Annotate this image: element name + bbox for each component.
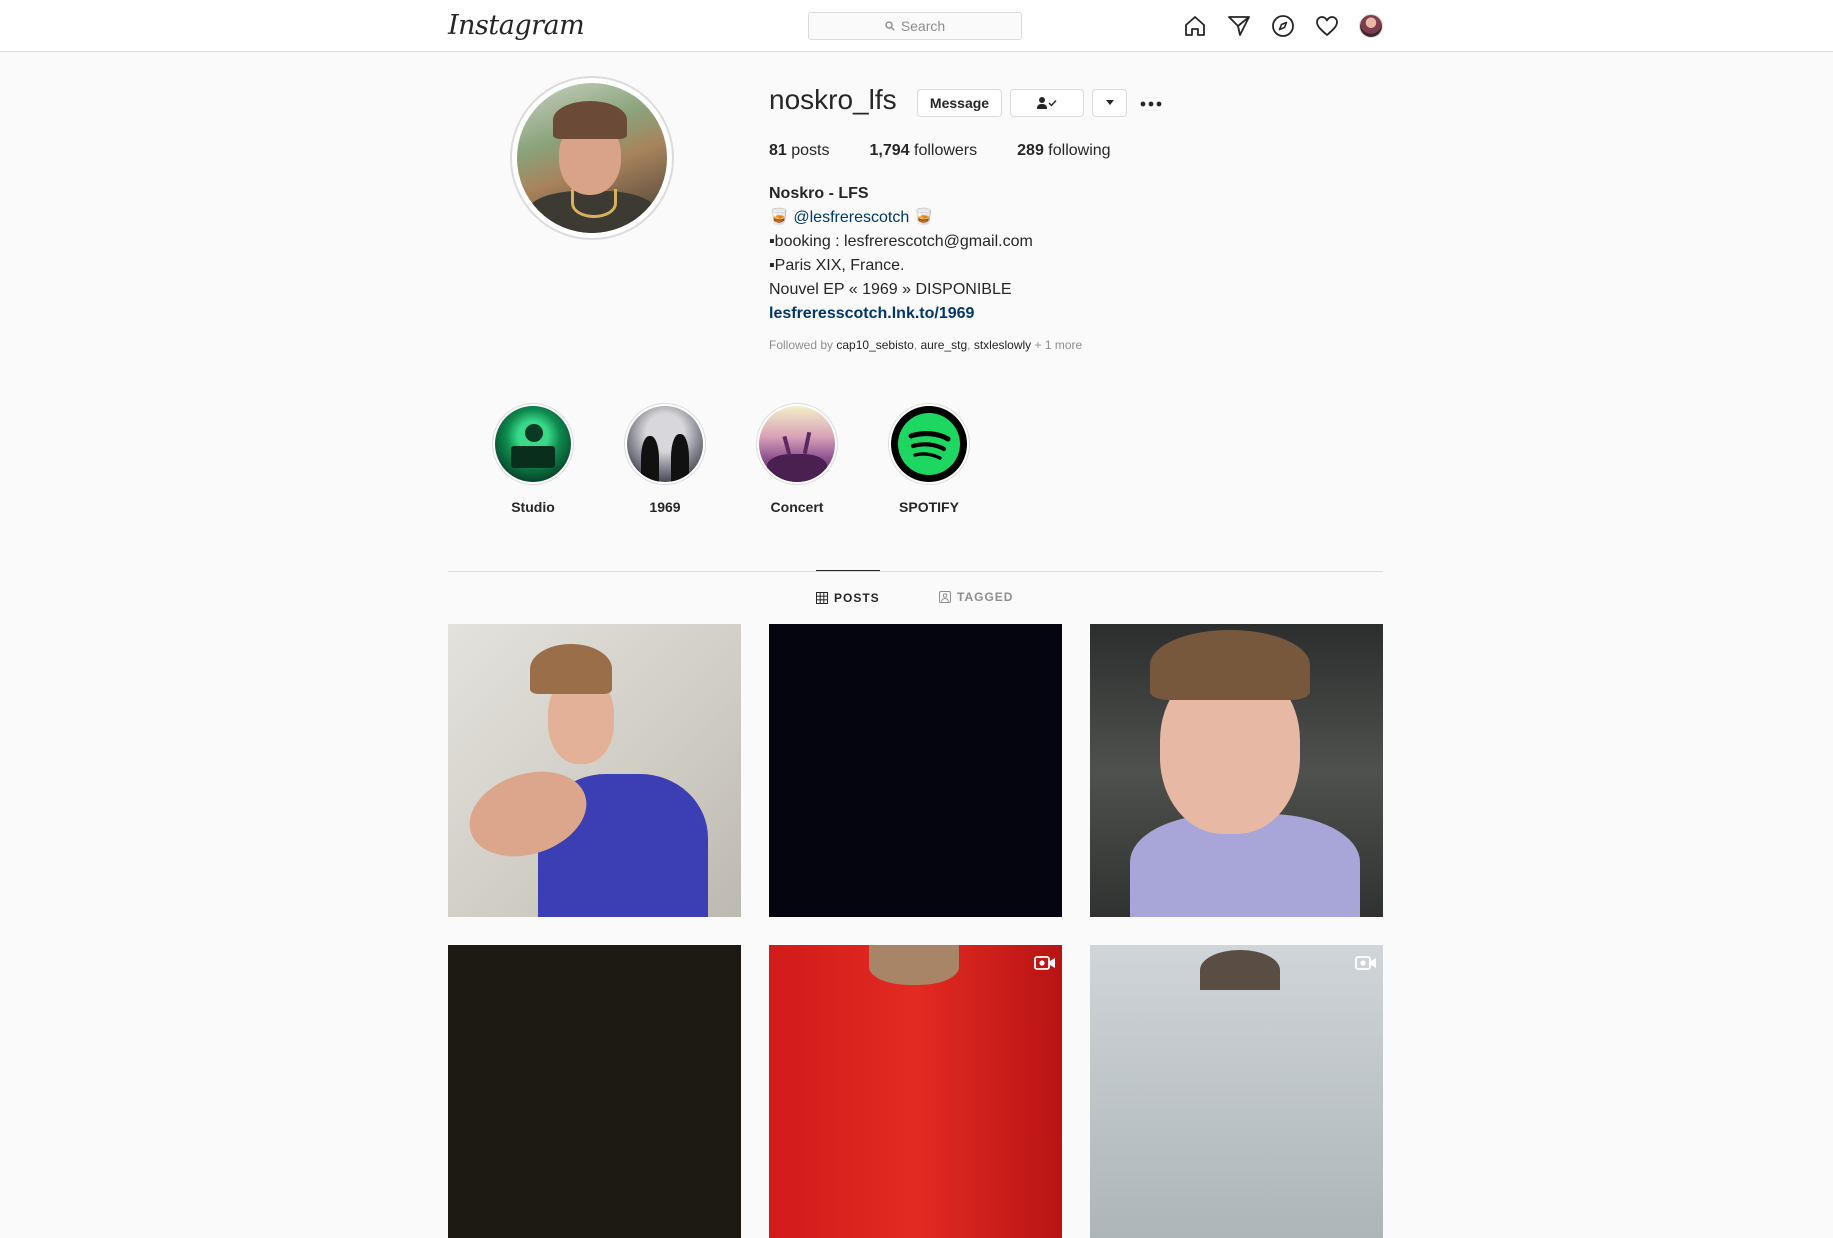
followed-by-user[interactable]: aure_stg [920,338,967,352]
bio-mention-line: 🥃 @lesfrerescotch 🥃 [769,206,1033,230]
highlight-label: SPOTIFY [899,499,959,515]
search-placeholder: Search [900,18,946,34]
post-thumbnail[interactable] [448,624,741,917]
video-camera-icon [1034,956,1055,970]
activity-heart-icon[interactable] [1315,14,1339,38]
post-thumbnail[interactable] [1090,624,1383,917]
explore-compass-icon[interactable] [1271,14,1295,38]
search-input[interactable]: Search [808,12,1022,40]
profile-username: noskro_lfs [769,84,897,115]
bio-location-line: ▪Paris XIX, France. [769,257,905,274]
followed-by-text[interactable]: Followed by cap10_sebisto, aure_stg, stx… [769,338,1082,352]
highlight-spotify[interactable]: SPOTIFY [888,403,970,515]
highlight-cover [891,406,967,482]
profile-photo [517,83,667,233]
post-thumbnail[interactable] [1090,945,1383,1238]
bio-website-link[interactable]: lesfreresscotch.lnk.to/1969 [769,302,1033,326]
mention-link[interactable]: @lesfrerescotch [793,209,909,226]
home-icon[interactable] [1183,14,1207,38]
direct-message-icon[interactable] [1227,14,1251,38]
search-icon [885,21,895,31]
post-thumbnail[interactable] [769,624,1062,917]
grid-icon [816,591,828,604]
following-button[interactable] [1010,89,1084,117]
avatar [1359,14,1383,38]
tagged-user-icon [939,590,951,603]
bio-booking-line: ▪booking : lesfrerescotch@gmail.com [769,233,1033,250]
story-highlights: Studio 1969 Concert SPOTIFY [492,403,1020,515]
tab-posts[interactable]: POSTS [816,570,880,624]
highlight-label: 1969 [649,499,681,515]
more-options-icon[interactable] [1139,92,1163,116]
spotify-logo-icon [898,413,960,475]
user-check-icon [1037,97,1057,109]
post-thumbnail[interactable] [769,945,1062,1238]
highlight-1969[interactable]: 1969 [624,403,706,515]
highlight-label: Concert [770,499,824,515]
bio-ep-line: Nouvel EP « 1969 » DISPONIBLE [769,281,1012,298]
tab-tagged[interactable]: TAGGED [939,570,1013,623]
post-thumbnail[interactable] [448,945,741,1238]
highlight-cover [759,406,835,482]
followed-by-user[interactable]: cap10_sebisto [836,338,913,352]
highlight-label: Studio [511,499,555,515]
suggested-accounts-dropdown-button[interactable] [1092,89,1127,117]
caret-down-icon [1105,100,1114,105]
whisky-glass-emoji: 🥃 [769,209,789,226]
posts-count: 81 posts [769,142,830,159]
highlight-concert[interactable]: Concert [756,403,838,515]
profile-picture[interactable] [510,76,674,240]
profile-full-name: Noskro - LFS [769,185,869,202]
whisky-glass-emoji: 🥃 [913,209,934,226]
profile-bio: Noskro - LFS 🥃 @lesfrerescotch 🥃 ▪bookin… [769,182,1033,326]
highlight-studio[interactable]: Studio [492,403,574,515]
followed-by-user[interactable]: stxleslowly [974,338,1031,352]
video-camera-icon [1355,956,1376,970]
highlight-cover [627,406,703,482]
message-button[interactable]: Message [917,89,1002,117]
followers-link[interactable]: 1,794 followers [870,142,978,160]
profile-stats: 81 posts 1,794 followers 289 following [769,142,1151,160]
top-nav-bar: Instagram Search [0,0,1833,52]
highlight-cover [495,406,571,482]
following-link[interactable]: 289 following [1017,142,1110,160]
instagram-logo[interactable]: Instagram [448,10,585,41]
profile-avatar[interactable] [1359,14,1383,38]
tabs-divider [448,571,1383,572]
